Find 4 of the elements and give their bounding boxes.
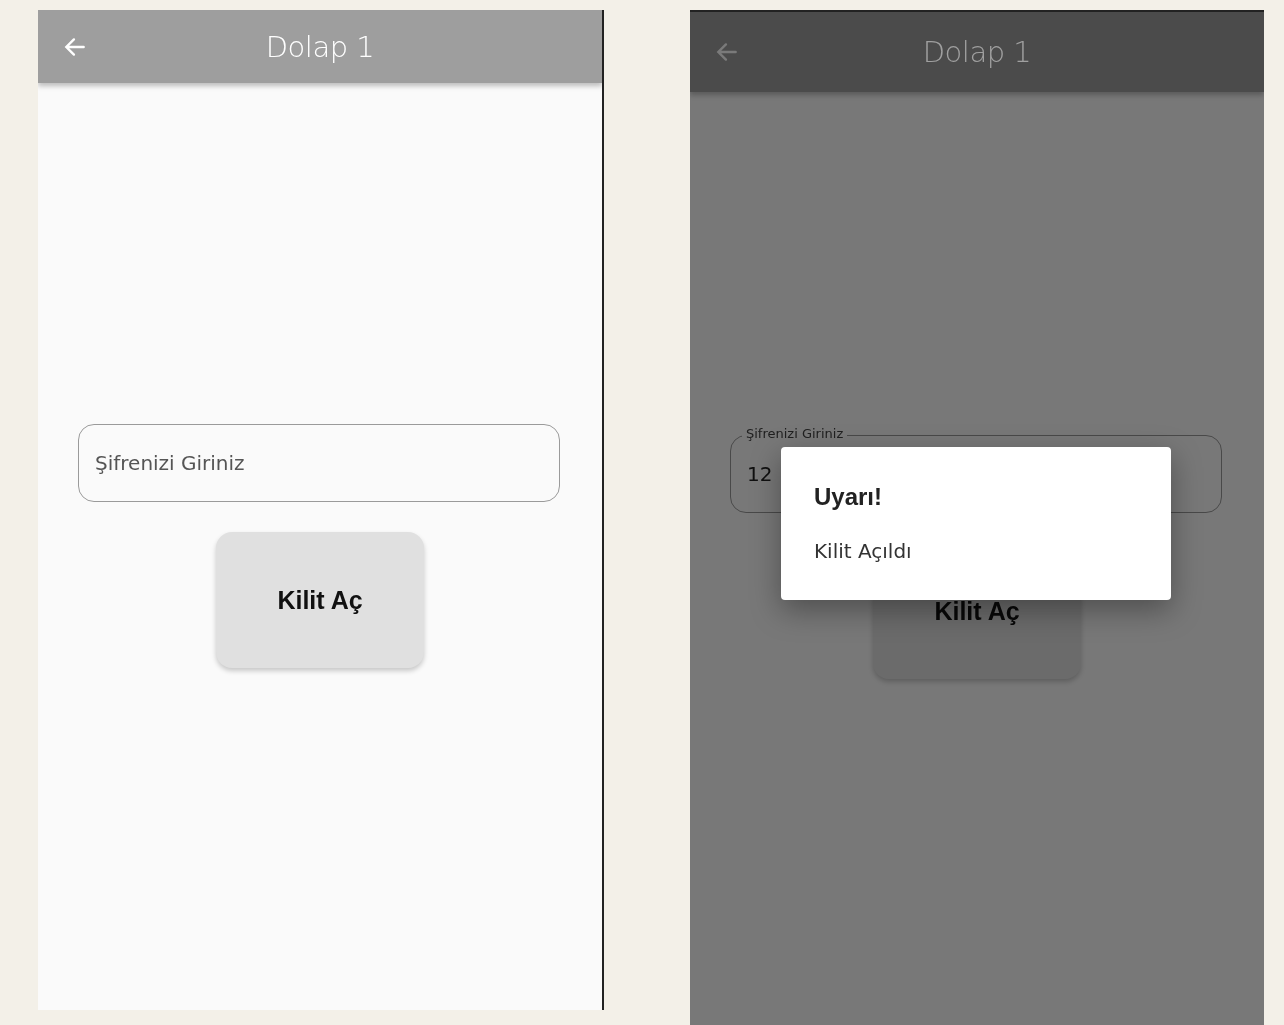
app-title: Dolap 1 (922, 35, 1032, 69)
dialog-title: Uyarı! (814, 483, 883, 511)
field-label: Şifrenizi Giriniz (742, 426, 848, 441)
app-title: Dolap 1 (265, 29, 375, 64)
